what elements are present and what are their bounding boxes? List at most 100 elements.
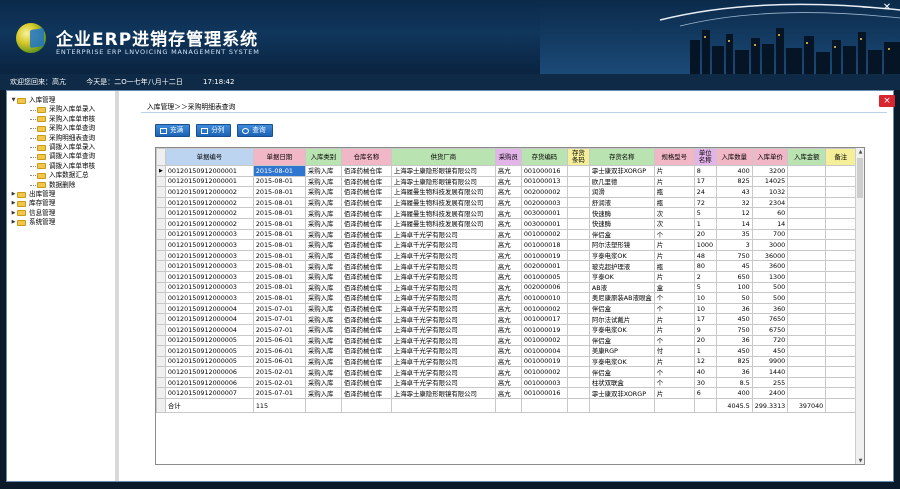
table-cell[interactable]: 采购入库 [304, 366, 342, 378]
table-cell[interactable]: 片 [653, 355, 695, 368]
row-header-cell[interactable] [156, 260, 166, 272]
table-cell[interactable]: 欧几里德 [588, 175, 655, 188]
table-cell[interactable] [787, 323, 827, 336]
table-cell[interactable]: 采购入库 [304, 260, 342, 272]
table-cell[interactable]: 003000001 [520, 207, 568, 219]
table-cell[interactable]: 700 [751, 228, 789, 241]
data-grid[interactable]: 单据编号 单据日期 入库类别 仓库名称 供货厂商 采购员 存货编码 存货条码 存货名称 规格型号单… [155, 147, 865, 465]
table-cell[interactable]: 24 [693, 186, 717, 198]
table-cell[interactable]: 采购入库 [304, 196, 342, 209]
table-cell[interactable]: 35 [715, 228, 753, 241]
table-cell[interactable]: 6750 [751, 323, 789, 336]
table-cell[interactable] [566, 165, 590, 177]
table-cell[interactable] [787, 270, 827, 283]
table-cell[interactable]: 2015-08-01 [252, 175, 306, 188]
table-cell[interactable] [787, 165, 827, 177]
table-cell[interactable]: 高亢 [494, 165, 522, 177]
column-header[interactable]: 存货条码 [566, 148, 590, 166]
table-cell[interactable] [825, 207, 857, 219]
table-cell[interactable]: 20 [693, 228, 717, 241]
table-cell[interactable]: 佰泽药械仓库 [340, 281, 392, 294]
vertical-scrollbar[interactable]: ▲ ▼ [855, 148, 864, 464]
table-cell[interactable]: 00120150912000003 [164, 228, 254, 241]
table-cell[interactable]: 瓶 [653, 186, 695, 198]
column-header[interactable]: 入库类别 [304, 148, 342, 166]
table-cell[interactable]: 付 [653, 345, 695, 357]
table-row[interactable]: 00120150912000004 2015-07-01 采购入库 佰泽药械仓库 上海卓… [156, 313, 857, 325]
table-cell[interactable]: 2304 [751, 196, 789, 209]
table-row[interactable]: 00120150912000003 2015-08-01 采购入库 佰泽药械仓库 上海卓… [156, 239, 857, 251]
tree-leaf-item[interactable]: 入库数据汇总 [7, 171, 115, 180]
table-cell[interactable]: 佰泽药械仓库 [340, 228, 392, 241]
table-cell[interactable]: 8 [693, 165, 717, 177]
table-cell[interactable]: 32 [715, 196, 753, 209]
table-cell[interactable]: 720 [751, 334, 789, 347]
table-cell[interactable] [825, 217, 857, 230]
table-cell[interactable]: 采购入库 [304, 292, 342, 304]
table-cell[interactable]: 佰泽药械仓库 [340, 249, 392, 262]
table-cell[interactable]: 00120150912000001 [164, 165, 254, 177]
table-cell[interactable] [787, 292, 827, 304]
table-cell[interactable]: 002000001 [520, 260, 568, 272]
table-cell[interactable]: 48 [693, 249, 717, 262]
table-cell[interactable]: 上海卓千光学有限公司 [390, 323, 496, 336]
row-header-cell[interactable] [156, 387, 166, 400]
tree-group-item[interactable]: ▶ 库存管理 [7, 199, 115, 208]
table-cell[interactable]: 高亢 [494, 239, 522, 251]
expand-icon[interactable]: ▶ [10, 218, 17, 227]
table-cell[interactable]: 高亢 [494, 292, 522, 304]
tree-leaf-item[interactable]: 采购明细表查询 [7, 134, 115, 143]
table-cell[interactable]: 14 [751, 217, 789, 230]
table-cell[interactable]: 20 [693, 334, 717, 347]
table-row[interactable]: 00120150912000004 2015-07-01 采购入库 佰泽药械仓库 上海卓… [156, 302, 857, 315]
table-cell[interactable]: 快速酶 [588, 207, 655, 219]
table-cell[interactable]: 采购入库 [304, 376, 342, 389]
table-cell[interactable]: 瓶 [653, 196, 695, 209]
table-cell[interactable]: 润滑 [588, 186, 655, 198]
expand-icon[interactable]: ▶ [10, 209, 17, 218]
table-cell[interactable]: 2015-02-01 [252, 376, 306, 389]
table-cell[interactable] [825, 355, 857, 368]
table-cell[interactable]: 佰泽药械仓库 [340, 207, 392, 219]
table-cell[interactable]: 高亢 [494, 196, 522, 209]
table-cell[interactable]: 36 [715, 366, 753, 378]
window-close-button[interactable]: ✕ [880, 2, 894, 14]
table-cell[interactable]: 17 [693, 175, 717, 188]
table-cell[interactable]: 00120150912000002 [164, 207, 254, 219]
table-cell[interactable]: 上海卓千光学有限公司 [390, 366, 496, 378]
column-header[interactable]: 仓库名称 [340, 148, 392, 166]
table-cell[interactable]: 3200 [751, 165, 789, 177]
table-cell[interactable]: 002000003 [520, 196, 568, 209]
table-cell[interactable]: 3000 [751, 239, 789, 251]
table-cell[interactable] [825, 165, 857, 177]
table-cell[interactable]: 001000002 [520, 366, 568, 378]
column-header[interactable]: 供货厂商 [390, 148, 496, 166]
table-cell[interactable]: 快速酶 [588, 217, 655, 230]
table-cell[interactable]: 上海卓千光学有限公司 [390, 355, 496, 368]
table-cell[interactable]: 阿尔法试戴片 [588, 313, 655, 325]
table-cell[interactable]: 400 [715, 165, 753, 177]
row-header-cell[interactable] [156, 270, 166, 283]
table-cell[interactable]: 6 [693, 387, 717, 400]
table-cell[interactable]: 佰泽药械仓库 [340, 355, 392, 368]
table-row[interactable]: 00120150912000003 2015-08-01 采购入库 佰泽药械仓库 上海卓… [156, 249, 857, 262]
table-cell[interactable]: 001000013 [520, 175, 568, 188]
expand-icon[interactable]: ▶ [10, 190, 17, 199]
table-cell[interactable]: 001000016 [520, 387, 568, 400]
table-cell[interactable] [566, 334, 590, 347]
table-cell[interactable]: 001000019 [520, 249, 568, 262]
table-cell[interactable] [787, 376, 827, 389]
table-cell[interactable]: 00120150912000005 [164, 355, 254, 368]
table-cell[interactable]: 高亢 [494, 217, 522, 230]
row-header-cell[interactable] [156, 302, 166, 315]
table-cell[interactable] [566, 345, 590, 357]
table-cell[interactable]: 001000019 [520, 323, 568, 336]
table-cell[interactable]: 玻克超护理液 [588, 260, 655, 272]
table-cell[interactable]: 1440 [751, 366, 789, 378]
table-cell[interactable]: 采购入库 [304, 207, 342, 219]
table-cell[interactable]: 亨泰OK [588, 270, 655, 283]
table-cell[interactable]: 2015-07-01 [252, 313, 306, 325]
table-cell[interactable]: 高亢 [494, 186, 522, 198]
table-cell[interactable]: 2015-08-01 [252, 292, 306, 304]
table-row[interactable]: 00120150912000003 2015-08-01 采购入库 佰泽药械仓库 上海卓… [156, 292, 857, 304]
